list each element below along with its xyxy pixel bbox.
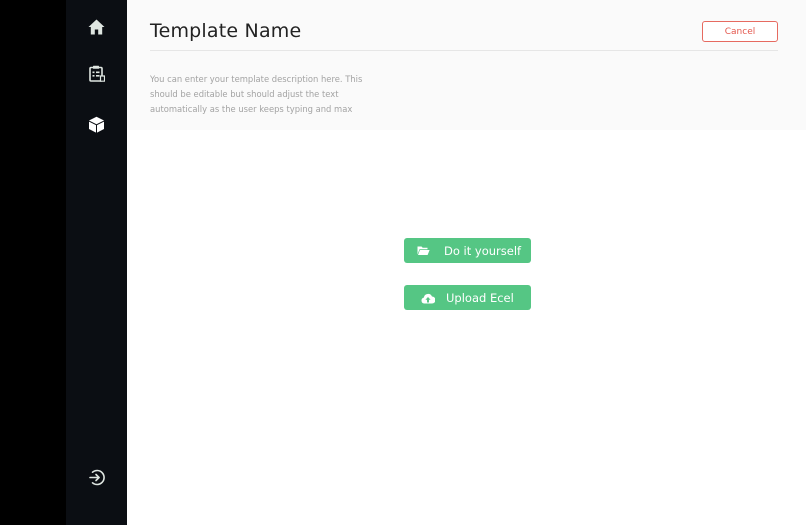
cancel-button[interactable]: Cancel — [702, 21, 778, 42]
title-divider — [150, 50, 778, 51]
home-icon — [88, 19, 105, 35]
left-edge-strip — [0, 0, 66, 525]
clipboard-list-icon — [88, 65, 105, 82]
sidebar-item-logout[interactable] — [66, 465, 127, 489]
do-it-yourself-label: Do it yourself — [444, 244, 522, 258]
upload-excel-button[interactable]: Upload Ecel — [404, 285, 531, 310]
sidebar-item-home[interactable] — [66, 15, 127, 39]
sidebar-item-templates[interactable] — [66, 61, 127, 85]
do-it-yourself-button[interactable]: Do it yourself — [404, 238, 531, 263]
template-description[interactable]: You can enter your template description … — [150, 72, 370, 117]
folder-open-icon — [416, 244, 430, 257]
cloud-upload-icon — [421, 291, 435, 304]
cube-icon — [89, 116, 104, 133]
page-title[interactable]: Template Name — [150, 20, 301, 42]
template-header: Template Name You can enter your templat… — [127, 0, 806, 130]
sign-in-icon — [89, 469, 105, 485]
sidebar-item-products[interactable] — [66, 112, 127, 136]
upload-excel-label: Upload Ecel — [446, 291, 514, 305]
sidebar — [66, 0, 127, 525]
